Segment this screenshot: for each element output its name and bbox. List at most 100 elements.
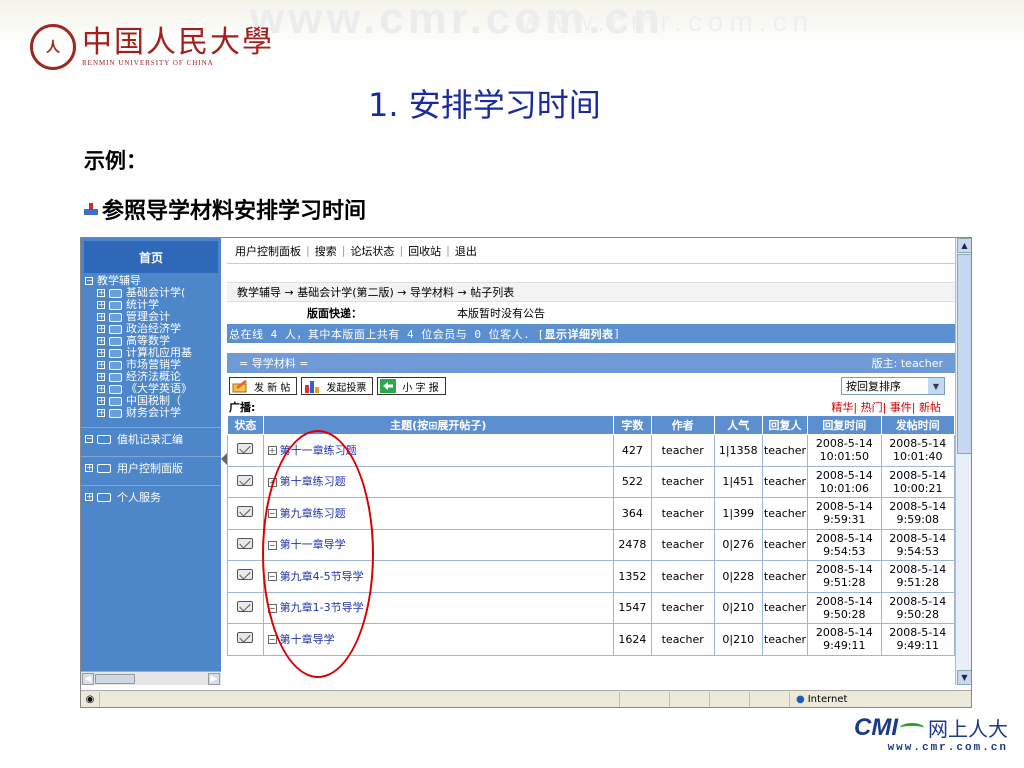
bullet-text: 参照导学材料安排学习时间 xyxy=(102,198,367,224)
sidebar-item[interactable]: + 《大学英语》 xyxy=(85,383,217,395)
sidebar-section[interactable]: + 用户控制面版 xyxy=(81,456,221,479)
expand-icon[interactable]: + xyxy=(97,385,105,393)
post-toolbar: 发 新 帖 发起投票 小 字 报 按回复排序 ▼ xyxy=(227,373,955,399)
scroll-thumb-vertical[interactable] xyxy=(957,254,971,454)
bullet-icon xyxy=(84,203,98,215)
status-cell xyxy=(227,560,264,593)
scroll-left-icon[interactable]: ◀ xyxy=(82,673,94,685)
popularity-cell: 1|399 xyxy=(713,497,763,530)
filter-links[interactable]: 精华| 热门| 事件| 新帖 xyxy=(831,399,953,415)
sidebar-item[interactable]: + 政治经济学 xyxy=(85,323,217,335)
folder-icon xyxy=(109,372,122,382)
author-cell[interactable]: teacher xyxy=(650,560,715,593)
expand-icon[interactable]: + xyxy=(97,301,105,309)
status-cell xyxy=(227,528,264,561)
expand-icon[interactable]: + xyxy=(85,493,93,501)
expand-icon[interactable]: + xyxy=(97,361,105,369)
author-cell[interactable]: teacher xyxy=(650,591,715,624)
broadcast-label: 广播: xyxy=(229,401,256,414)
scroll-up-icon[interactable]: ▲ xyxy=(957,238,971,253)
sidebar-item[interactable]: + 计算机应用基 xyxy=(85,347,217,359)
show-detail-link[interactable]: 显示详细列表 xyxy=(544,326,613,342)
envelope-icon xyxy=(237,600,254,612)
replier-cell[interactable]: teacher xyxy=(761,465,809,498)
nav-link[interactable]: 退出 xyxy=(455,243,477,259)
seal-icon: 人 xyxy=(30,24,76,70)
expand-icon[interactable]: + xyxy=(97,313,105,321)
sidebar-hscrollbar[interactable]: ◀ ▶ xyxy=(81,671,221,685)
author-cell[interactable]: teacher xyxy=(650,465,715,498)
replier-cell[interactable]: teacher xyxy=(761,560,809,593)
replier-cell[interactable]: teacher xyxy=(761,434,809,467)
sidebar-item[interactable]: + 管理会计 xyxy=(85,311,217,323)
watermark-secondary: www.cmr.com.cn xyxy=(520,6,815,37)
words-cell: 1547 xyxy=(612,591,652,624)
expand-icon[interactable]: + xyxy=(97,349,105,357)
nav-link[interactable]: 搜索 xyxy=(315,243,337,259)
scroll-right-icon[interactable]: ▶ xyxy=(208,673,220,685)
scroll-thumb[interactable] xyxy=(95,674,135,684)
author-cell[interactable]: teacher xyxy=(650,528,715,561)
collapse-icon[interactable]: − xyxy=(85,435,93,443)
reply-time-cell: 2008-5-14 9:59:31 xyxy=(807,497,882,530)
popularity-cell: 0|210 xyxy=(713,591,763,624)
sidebar-item[interactable]: + 基础会计学( xyxy=(85,287,217,299)
sidebar-item[interactable]: + 高等数学 xyxy=(85,335,217,347)
new-post-button[interactable]: 发 新 帖 xyxy=(229,377,298,395)
announce-text: 本版暂时没有公告 xyxy=(457,307,545,320)
footer-logo: CMI 网上人大 www.cmr.com.cn xyxy=(854,713,1008,755)
sidebar-item[interactable]: + 市场营销学 xyxy=(85,359,217,371)
zone-label: Internet xyxy=(807,694,848,705)
back-arrow-icon xyxy=(380,379,397,393)
status-cell xyxy=(227,591,264,624)
scroll-down-icon[interactable]: ▼ xyxy=(957,670,971,685)
nav-link[interactable]: 论坛状态 xyxy=(350,243,394,259)
words-cell: 1352 xyxy=(612,560,652,593)
popularity-cell: 0|276 xyxy=(713,528,763,561)
status-cell xyxy=(227,465,264,498)
words-cell: 427 xyxy=(612,434,652,467)
expand-icon[interactable]: + xyxy=(97,397,105,405)
new-vote-button[interactable]: 发起投票 xyxy=(301,377,374,395)
sidebar-item[interactable]: + 财务会计学 xyxy=(85,407,217,419)
sidebar-item[interactable]: + 经济法概论 xyxy=(85,371,217,383)
sidebar-item[interactable]: + 统计学 xyxy=(85,299,217,311)
top-nav: 用户控制面板 | 搜索 | 论坛状态 | 回收站 | 退出 xyxy=(227,238,955,264)
swoosh-icon xyxy=(900,722,924,733)
replier-cell[interactable]: teacher xyxy=(761,528,809,561)
folder-icon xyxy=(109,384,122,394)
replier-cell[interactable]: teacher xyxy=(761,497,809,530)
nav-link[interactable]: 回收站 xyxy=(408,243,441,259)
sidebar-root[interactable]: − 教学辅导 xyxy=(85,275,217,287)
post-time-cell: 2008-5-14 9:50:28 xyxy=(880,591,956,624)
expand-icon[interactable]: + xyxy=(267,446,277,456)
expand-icon[interactable]: + xyxy=(97,373,105,381)
small-report-button[interactable]: 小 字 报 xyxy=(377,377,446,395)
expand-icon[interactable]: + xyxy=(85,464,93,472)
author-cell[interactable]: teacher xyxy=(650,434,715,467)
breadcrumb: 教学辅导 → 基础会计学(第二版) → 导学材料 → 帖子列表 xyxy=(227,282,955,302)
popularity-cell: 0|210 xyxy=(713,623,763,656)
folder-icon xyxy=(97,492,111,502)
folder-icon xyxy=(109,324,122,334)
announce-label: 版面快递： xyxy=(307,307,362,320)
collapse-icon[interactable]: − xyxy=(85,277,93,285)
expand-icon[interactable]: + xyxy=(97,409,105,417)
expand-icon[interactable]: + xyxy=(97,289,105,297)
expand-icon[interactable]: + xyxy=(97,325,105,333)
author-cell[interactable]: teacher xyxy=(650,497,715,530)
sort-select[interactable]: 按回复排序 ▼ xyxy=(841,377,945,395)
sidebar-section[interactable]: − 值机记录汇编 xyxy=(81,427,221,450)
chevron-down-icon[interactable]: ▼ xyxy=(928,378,944,394)
replier-cell[interactable]: teacher xyxy=(761,591,809,624)
nav-link[interactable]: 用户控制面板 xyxy=(235,243,301,259)
column-header: 回复人 xyxy=(761,415,809,435)
sidebar-item[interactable]: + 中国税制（ xyxy=(85,395,217,407)
words-cell: 364 xyxy=(612,497,652,530)
replier-cell[interactable]: teacher xyxy=(761,623,809,656)
author-cell[interactable]: teacher xyxy=(650,623,715,656)
expand-icon[interactable]: + xyxy=(97,337,105,345)
sidebar-home[interactable]: 首页 xyxy=(84,241,218,273)
vertical-scrollbar[interactable]: ▲ ▼ xyxy=(955,238,971,685)
sidebar-section[interactable]: + 个人服务 xyxy=(81,485,221,508)
